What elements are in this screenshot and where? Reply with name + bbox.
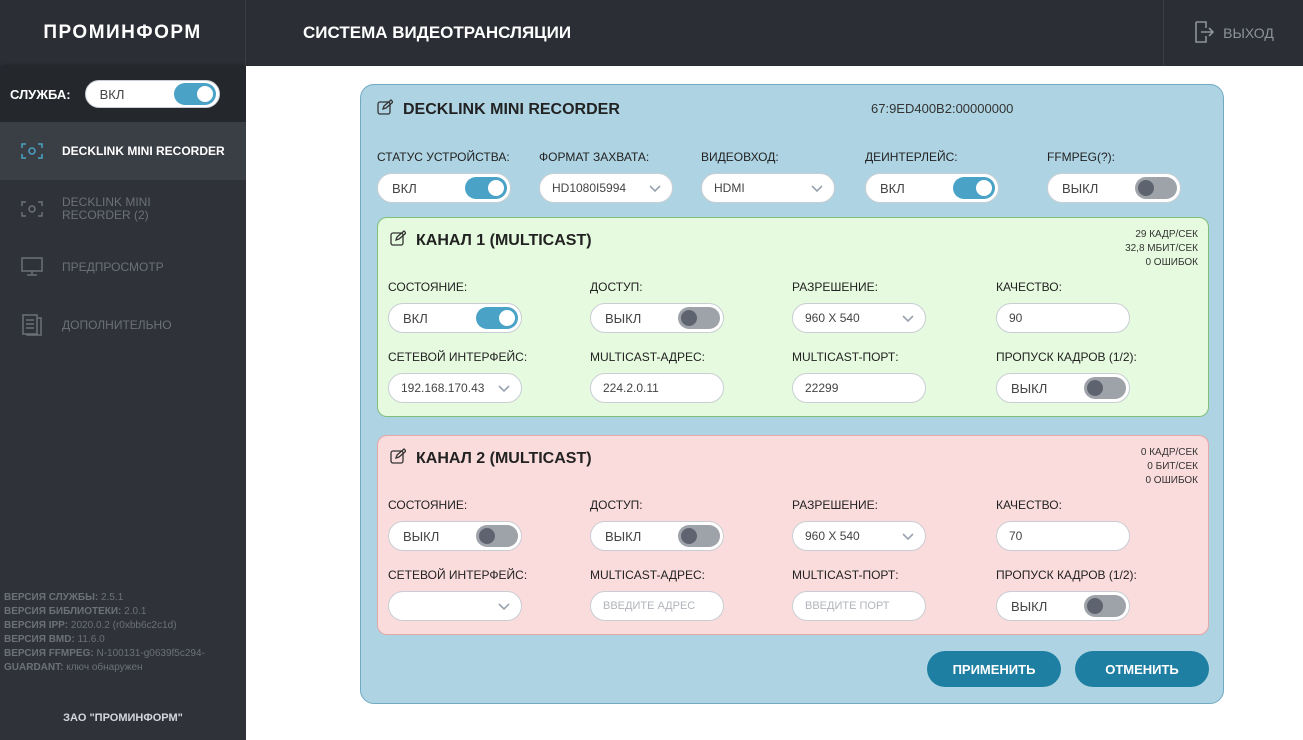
iface-label: СЕТЕВОЙ ИНТЕРФЕЙС: [388, 568, 528, 582]
service-state: ВКЛ [99, 86, 125, 102]
ffmpeg-toggle[interactable]: ВЫКЛ [1047, 173, 1181, 203]
sidebar-item-label: DECKLINK MINI RECORDER (2) [62, 195, 151, 222]
format-label: ФОРМАТ ЗАХВАТА: [539, 150, 650, 164]
iface-select[interactable]: 192.168.170.43 [388, 373, 522, 403]
device-title: DECKLINK MINI RECORDER [403, 100, 620, 118]
capture-icon [20, 143, 44, 159]
channel-state-toggle[interactable]: ВЫКЛ [388, 521, 522, 551]
channel-state-toggle[interactable]: ВКЛ [388, 303, 522, 333]
chevron-down-icon [810, 182, 824, 197]
channel-access-toggle[interactable]: ВЫКЛ [590, 303, 724, 333]
mcast-port-label: MULTICAST-ПОРТ: [792, 350, 899, 364]
service-row: СЛУЖБА: ВКЛ [0, 66, 246, 122]
resolution-select[interactable]: 960 X 540 [792, 521, 926, 551]
toggle-switch[interactable] [1135, 177, 1177, 199]
toggle-switch[interactable] [476, 525, 518, 547]
sidebar-item-advanced[interactable]: ДОПОЛНИТЕЛЬНО [0, 296, 246, 354]
toggle-switch[interactable] [465, 177, 507, 199]
device-panel: DECKLINK MINI RECORDER 67:9ED400B2:00000… [360, 84, 1224, 704]
state-label: СОСТОЯНИЕ: [388, 498, 468, 512]
channel-stats: 0 КАДР/СЕК 0 БИТ/СЕК 0 ОШИБОК [1140, 447, 1198, 486]
sidebar-item-recorder-2[interactable]: DECKLINK MINI RECORDER (2) [0, 180, 246, 238]
quality-input[interactable]: 70 [996, 521, 1130, 551]
service-label: СЛУЖБА: [10, 86, 71, 102]
app-title: СИСТЕМА ВИДЕОТРАНСЛЯЦИИ [303, 23, 572, 42]
version-info: ВЕРСИЯ СЛУЖБЫ: 2.5.1 ВЕРСИЯ БИБЛИОТЕКИ: … [4, 592, 205, 673]
skip-frames-toggle[interactable]: ВЫКЛ [996, 591, 1130, 621]
channel-access-toggle[interactable]: ВЫКЛ [590, 521, 724, 551]
skip-label: ПРОПУСК КАДРОВ (1/2): [996, 350, 1137, 364]
video-input-select[interactable]: HDMI [701, 173, 835, 203]
ffmpeg-label: FFMPEG(?): [1047, 150, 1115, 164]
skip-label: ПРОПУСК КАДРОВ (1/2): [996, 568, 1137, 582]
status-label: СТАТУС УСТРОЙСТВА: [377, 150, 510, 164]
settings-doc-icon [20, 314, 44, 336]
sidebar-item-label: ПРЕДПРОСМОТР [62, 260, 164, 274]
device-id: 67:9ED400B2:00000000 [871, 101, 1014, 116]
skip-frames-toggle[interactable]: ВЫКЛ [996, 373, 1130, 403]
access-label: ДОСТУП: [590, 498, 643, 512]
access-label: ДОСТУП: [590, 280, 643, 294]
channel-1-panel: КАНАЛ 1 (MULTICAST) 29 КАДР/СЕК 32,8 МБИ… [377, 217, 1209, 417]
brand-logo: ПРОМИНФОРМ [0, 0, 246, 66]
cancel-button[interactable]: ОТМЕНИТЬ [1075, 651, 1209, 687]
mcast-port-label: MULTICAST-ПОРТ: [792, 568, 899, 582]
state-label: СОСТОЯНИЕ: [388, 280, 468, 294]
quality-label: КАЧЕСТВО: [996, 280, 1062, 294]
sidebar-item-preview[interactable]: ПРЕДПРОСМОТР [0, 238, 246, 296]
mcast-addr-input[interactable]: ВВЕДИТЕ АДРЕС [590, 591, 724, 621]
toggle-switch[interactable] [953, 177, 995, 199]
main-content: DECKLINK MINI RECORDER 67:9ED400B2:00000… [246, 66, 1303, 740]
capture-icon [20, 201, 44, 217]
mcast-port-input[interactable]: 22299 [792, 373, 926, 403]
chevron-down-icon [901, 530, 915, 545]
edit-icon[interactable] [390, 230, 407, 251]
sidebar: СЛУЖБА: ВКЛ DECKLINK MINI RECORDER DECKL… [0, 66, 246, 740]
exit-label: ВЫХОД [1223, 25, 1274, 41]
chevron-down-icon [497, 600, 511, 615]
service-toggle[interactable]: ВКЛ [84, 80, 220, 108]
device-header: DECKLINK MINI RECORDER [377, 99, 620, 120]
chevron-down-icon [901, 312, 915, 327]
iface-select[interactable] [388, 591, 522, 621]
deinterlace-label: ДЕИНТЕРЛЕЙС: [865, 150, 958, 164]
monitor-icon [20, 257, 44, 277]
resolution-label: РАЗРЕШЕНИЕ: [792, 498, 878, 512]
apply-button[interactable]: ПРИМЕНИТЬ [927, 651, 1061, 687]
format-select[interactable]: HD1080I5994 [539, 173, 673, 203]
device-status-toggle[interactable]: ВКЛ [377, 173, 511, 203]
quality-label: КАЧЕСТВО: [996, 498, 1062, 512]
channel-title: КАНАЛ 2 (MULTICAST) [416, 449, 592, 467]
toggle-switch[interactable] [678, 307, 720, 329]
toggle-switch[interactable] [678, 525, 720, 547]
channel-2-panel: КАНАЛ 2 (MULTICAST) 0 КАДР/СЕК 0 БИТ/СЕК… [377, 435, 1209, 635]
company-name: ЗАО "ПРОМИНФОРМ" [63, 712, 183, 724]
toggle-switch[interactable] [1084, 595, 1126, 617]
deinterlace-toggle[interactable]: ВКЛ [865, 173, 999, 203]
top-bar: ПРОМИНФОРМ СИСТЕМА ВИДЕОТРАНСЛЯЦИИ ВЫХОД [0, 0, 1303, 66]
chevron-down-icon [497, 382, 511, 397]
channel-stats: 29 КАДР/СЕК 32,8 МБИТ/СЕК 0 ОШИБОК [1125, 229, 1198, 268]
iface-label: СЕТЕВОЙ ИНТЕРФЕЙС: [388, 350, 528, 364]
toggle-switch[interactable] [476, 307, 518, 329]
exit-button[interactable]: ВЫХОД [1163, 0, 1303, 66]
resolution-select[interactable]: 960 X 540 [792, 303, 926, 333]
mcast-addr-label: MULTICAST-АДРЕС: [590, 350, 705, 364]
resolution-label: РАЗРЕШЕНИЕ: [792, 280, 878, 294]
toggle-switch[interactable] [1084, 377, 1126, 399]
quality-input[interactable]: 90 [996, 303, 1130, 333]
edit-icon[interactable] [390, 448, 407, 469]
toggle-switch[interactable] [173, 83, 216, 105]
sidebar-item-recorder-1[interactable]: DECKLINK MINI RECORDER [0, 122, 246, 180]
sidebar-item-label: ДОПОЛНИТЕЛЬНО [62, 318, 172, 332]
mcast-port-input[interactable]: ВВЕДИТЕ ПОРТ [792, 591, 926, 621]
edit-icon[interactable] [377, 99, 394, 120]
mcast-addr-input[interactable]: 224.2.0.11 [590, 373, 724, 403]
mcast-addr-label: MULTICAST-АДРЕС: [590, 568, 705, 582]
chevron-down-icon [648, 182, 662, 197]
input-label: ВИДЕОВХОД: [701, 150, 779, 164]
channel-title: КАНАЛ 1 (MULTICAST) [416, 231, 592, 249]
sidebar-item-label: DECKLINK MINI RECORDER [62, 144, 225, 158]
exit-icon [1193, 20, 1215, 47]
